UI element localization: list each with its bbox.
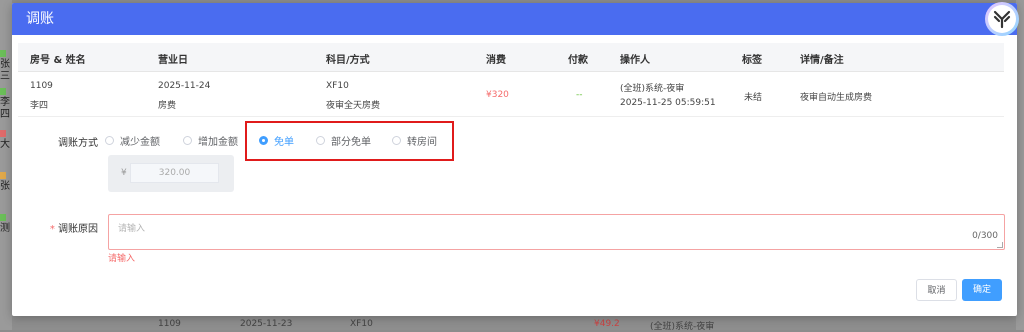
column-header: 科目/方式 bbox=[326, 55, 370, 66]
currency-symbol: ¥ bbox=[121, 168, 127, 178]
radio-increase-amount[interactable]: 增加金额 bbox=[183, 133, 238, 148]
operator: (全班)系统-夜审 bbox=[620, 84, 685, 94]
background-list-item: 张 bbox=[0, 172, 12, 194]
reason-textarea[interactable]: 请输入 0/300 bbox=[108, 214, 1005, 250]
highlight-annotation-box bbox=[245, 121, 454, 161]
background-list-item: 张三 bbox=[0, 50, 12, 82]
operator-time: 2025-11-25 05:59:51 bbox=[620, 98, 716, 108]
required-mark: * bbox=[49, 224, 55, 235]
confirm-button[interactable]: 确定 bbox=[962, 279, 1002, 301]
radio-icon bbox=[183, 136, 192, 145]
table-header: 房号 & 姓名 营业日 科目/方式 消费 付款 操作人 标签 详情/备注 bbox=[18, 43, 1004, 72]
column-header: 营业日 bbox=[158, 55, 188, 66]
payment-amount: -- bbox=[576, 90, 583, 100]
radio-icon bbox=[105, 136, 114, 145]
column-header: 消费 bbox=[486, 55, 506, 66]
amount-input[interactable]: 320.00 bbox=[130, 163, 219, 183]
dialog-title: 调账 bbox=[26, 11, 54, 27]
cancel-button[interactable]: 取消 bbox=[916, 279, 957, 301]
background-list-item: 测 bbox=[0, 214, 12, 236]
radio-decrease-amount[interactable]: 减少金额 bbox=[105, 133, 160, 148]
column-header: 付款 bbox=[568, 55, 588, 66]
adjust-reason-label: * 调账原因 bbox=[49, 224, 98, 235]
room-number: 1109 bbox=[30, 81, 53, 91]
dialog-header: 调账 bbox=[12, 2, 1019, 36]
adjust-method-label: 调账方式 bbox=[58, 138, 98, 149]
guest-name: 李四 bbox=[30, 101, 49, 111]
background-page-right bbox=[1016, 0, 1024, 330]
column-header: 操作人 bbox=[620, 55, 650, 66]
category: 房费 bbox=[158, 101, 177, 111]
char-counter: 0/300 bbox=[972, 231, 998, 241]
item-description: 夜审全天房费 bbox=[326, 101, 381, 111]
app-logo-icon[interactable] bbox=[985, 2, 1019, 36]
column-header: 标签 bbox=[742, 55, 762, 66]
reason-error-message: 请输入 bbox=[108, 254, 136, 264]
table-row: 1109 李四 2025-11-24 房费 XF10 夜审全天房费 ¥320 -… bbox=[18, 72, 1004, 117]
amount-field-group: ¥ 320.00 bbox=[108, 155, 234, 192]
status-tag: 未结 bbox=[744, 93, 763, 103]
column-header: 房号 & 姓名 bbox=[30, 55, 86, 66]
resize-handle-icon[interactable] bbox=[997, 242, 1003, 248]
background-list-item: 李四 bbox=[0, 88, 12, 120]
background-table-row: 1109 2025-11-23 XF10 ¥49.2 (全班)系统-夜审 bbox=[12, 316, 1016, 332]
column-header: 详情/备注 bbox=[800, 55, 844, 66]
background-list-item: 大 bbox=[0, 130, 12, 152]
reason-placeholder: 请输入 bbox=[118, 224, 146, 234]
consumption-amount: ¥320 bbox=[486, 90, 509, 100]
item-code: XF10 bbox=[326, 81, 349, 91]
business-day: 2025-11-24 bbox=[158, 81, 211, 91]
remark: 夜审自动生成房费 bbox=[800, 93, 873, 103]
